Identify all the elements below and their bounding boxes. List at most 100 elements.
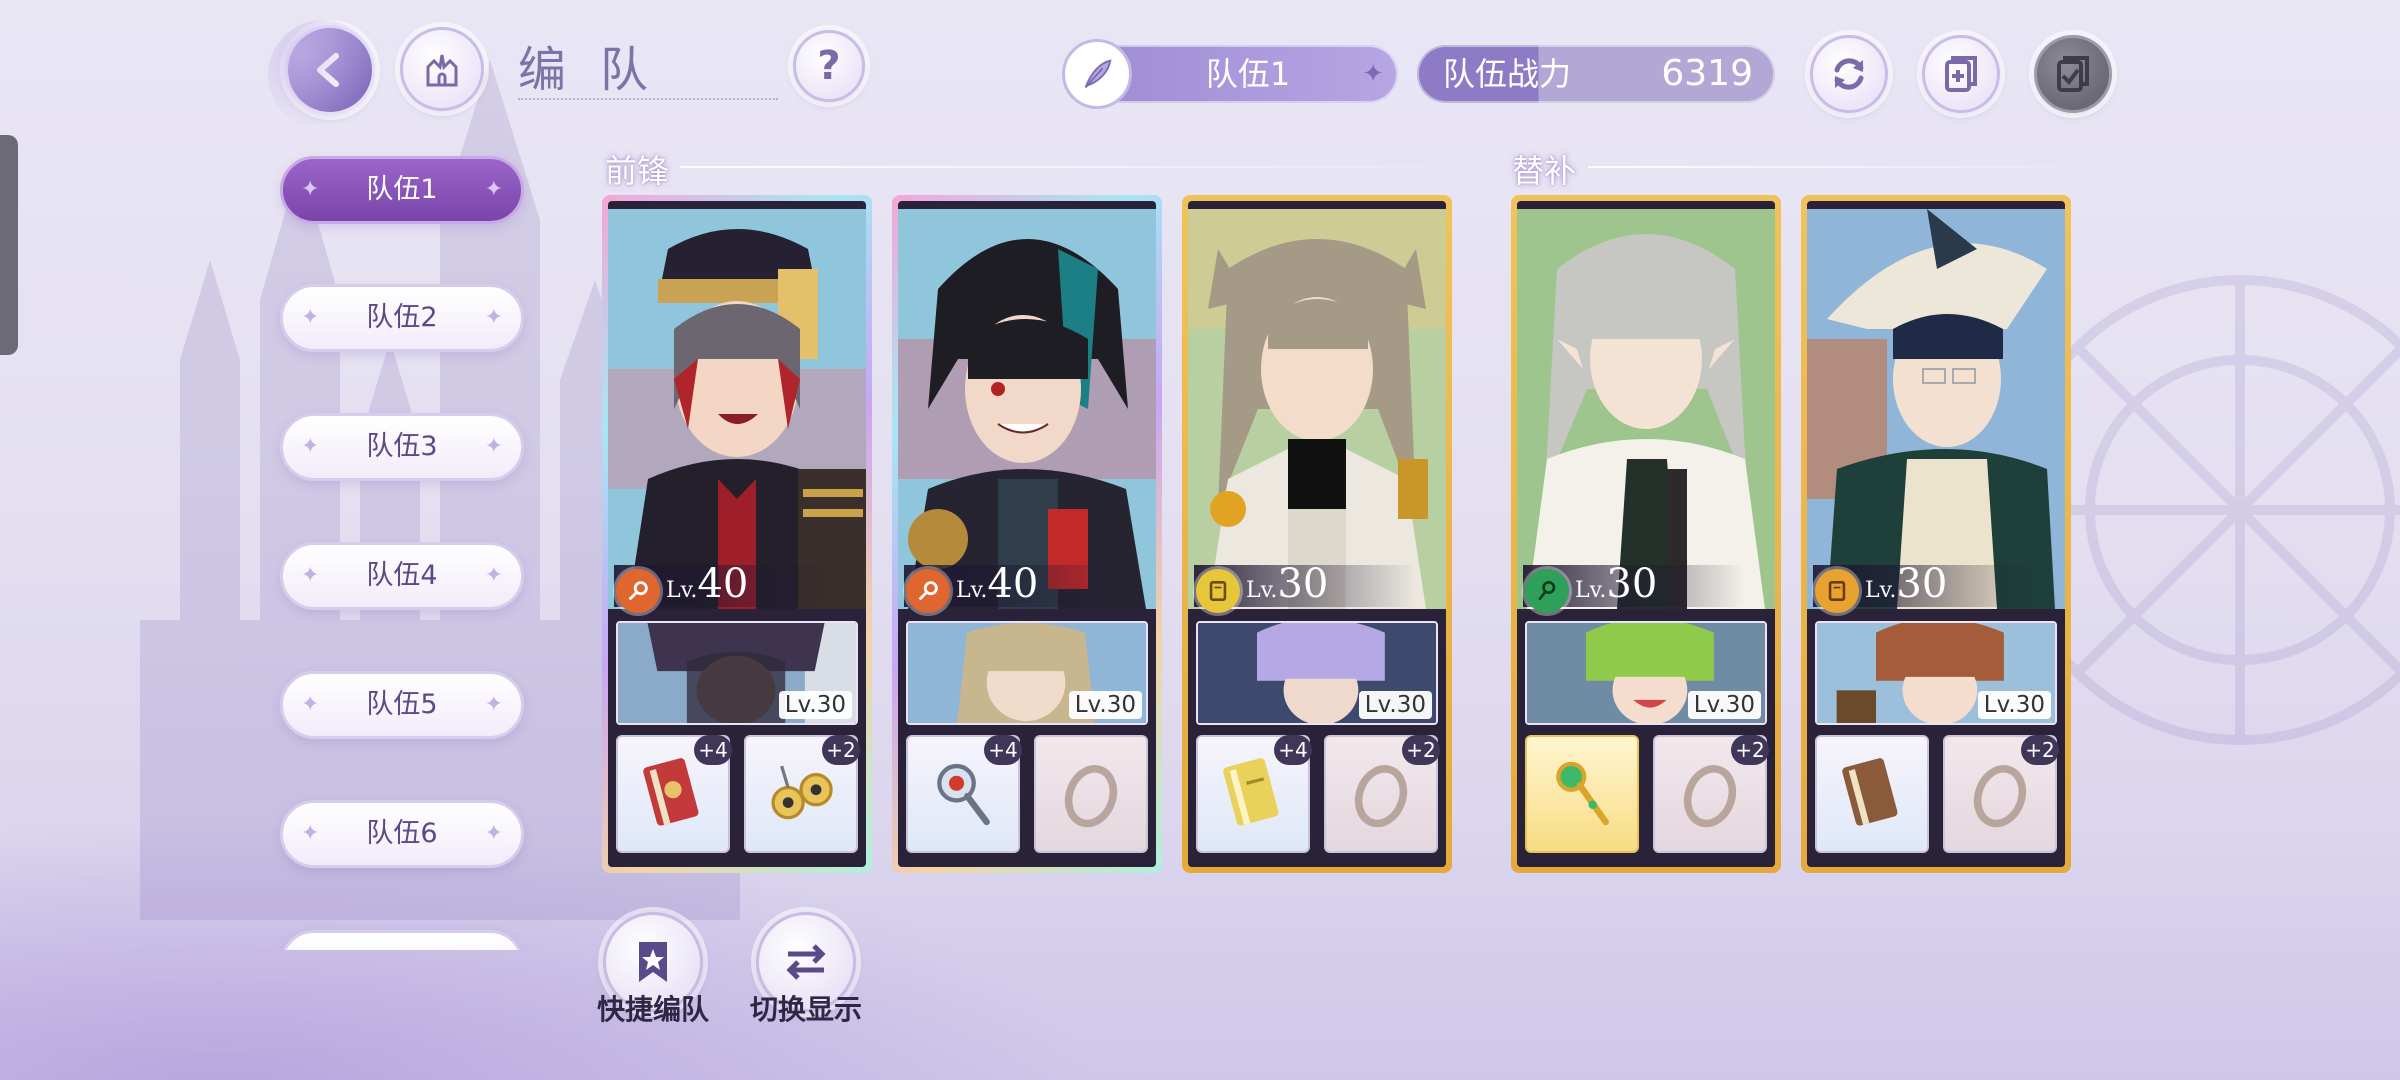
character-level: Lv.40 [666,561,748,607]
quick-formation-label[interactable]: 快捷编队 [573,988,733,1028]
character-portrait [1188,209,1446,609]
book-element-icon [1196,569,1240,613]
castle-home-icon [426,54,458,87]
equipment-slot[interactable] [1815,735,1929,853]
sparkle-icon: ✦ [1362,59,1384,89]
sparkle-icon: ✦ [484,692,503,717]
support-slot[interactable]: Lv.30 [1815,621,2057,725]
team-power: 队伍战力 6319 [1417,45,1775,103]
team-tab-5[interactable]: ✦ 队伍5 ✦ [280,671,524,739]
enhance-badge: +4 [1274,735,1312,765]
team-tab-7-partial[interactable] [270,920,540,950]
side-drawer-handle[interactable] [0,135,18,355]
enhance-badge: +2 [1731,735,1769,765]
team-tab-label: 队伍6 [366,818,438,849]
character-portrait [1517,209,1775,609]
team-tab-label: 队伍3 [366,431,438,462]
title-decoration [518,84,778,100]
sparkle-icon: ✦ [301,821,320,846]
level-prefix: Lv. [666,578,698,603]
team-tab-label: 队伍2 [366,302,438,333]
team-tab-4[interactable]: ✦ 队伍4 ✦ [280,542,524,610]
fire-element-icon [906,569,950,613]
sparkle-icon: ✦ [301,692,320,717]
home-button[interactable] [400,27,484,111]
ring-icon [1064,765,1118,828]
level-prefix: Lv. [1575,578,1607,603]
character-card-1[interactable]: Lv.40 Lv.30 +4 +2 [602,195,872,873]
front-section-line [680,166,1450,168]
team-tab-2[interactable]: ✦ 队伍2 ✦ [280,284,524,352]
help-button[interactable]: ? [793,30,865,102]
level-value: 30 [1606,561,1658,607]
character-card-2[interactable]: Lv.40 Lv.30 +4 [892,195,1162,873]
confirm-button[interactable] [2034,35,2112,113]
level-prefix: Lv. [1246,578,1278,603]
add-document-icon [1945,56,1977,92]
switch-display-label[interactable]: 切换显示 [726,988,886,1028]
support-slot[interactable]: Lv.30 [1196,621,1438,725]
sparkle-icon: ✦ [484,305,503,330]
enhance-badge: +4 [984,735,1022,765]
character-level: Lv.30 [1865,561,1947,607]
sub-section-line [1588,166,2068,168]
equipment-slot[interactable]: +4 [906,735,1022,853]
level-prefix: Lv. [956,578,988,603]
character-card-5[interactable]: Lv.30 Lv.30 +2 [1801,195,2071,873]
equipment-slot[interactable]: +2 [1653,735,1769,853]
help-label: ? [817,43,841,89]
brown-book-icon [1842,758,1898,826]
character-level: Lv.30 [1575,561,1657,607]
character-card-4[interactable]: Lv.30 Lv.30 +2 [1511,195,1781,873]
team-power-value: 6319 [1661,53,1753,94]
support-level: Lv.30 [1687,691,1761,719]
enhance-badge: +2 [1402,735,1440,765]
equipment-slot[interactable] [1525,735,1639,853]
level-value: 30 [1896,561,1948,607]
support-slot[interactable]: Lv.30 [1525,621,1767,725]
equipment-slot[interactable]: +2 [1324,735,1440,853]
sparkle-icon: ✦ [484,563,503,588]
sparkle-icon: ✦ [301,563,320,588]
team-tab-3[interactable]: ✦ 队伍3 ✦ [280,413,524,481]
team-selector[interactable]: 队伍1 ✦ [1062,39,1398,109]
team-tab-6[interactable]: ✦ 队伍6 ✦ [280,800,524,868]
refresh-button[interactable] [1810,35,1888,113]
equipment-slot[interactable]: +2 [1943,735,2059,853]
support-level: Lv.30 [1977,691,2051,719]
sparkle-icon: ✦ [484,434,503,459]
equipment-slot[interactable]: +2 [744,735,860,853]
character-portrait [1807,209,2065,609]
gem-scepter-icon [1556,761,1609,826]
nature-element-icon [1525,569,1569,613]
fire-element-icon [616,569,660,613]
character-portrait [608,209,866,609]
level-value: 40 [987,561,1039,607]
team-power-label: 队伍战力 [1443,55,1572,93]
sparkle-icon: ✦ [301,177,320,202]
character-card-3[interactable]: Lv.30 Lv.30 +4 +2 [1182,195,1452,873]
book-element-icon [1815,569,1859,613]
sparkle-icon: ✦ [301,434,320,459]
level-value: 40 [697,561,749,607]
equipment-slot[interactable]: +4 [616,735,732,853]
team-tab-1[interactable]: ✦ 队伍1 ✦ [280,156,524,224]
add-team-button[interactable] [1922,35,2000,113]
team-tab-label: 队伍1 [366,174,438,205]
support-level: Lv.30 [778,691,852,719]
support-slot[interactable]: Lv.30 [616,621,858,725]
character-portrait [898,209,1156,609]
enhance-badge: +2 [2021,735,2059,765]
support-level: Lv.30 [1068,691,1142,719]
check-docs-icon [2057,56,2089,92]
level-value: 30 [1277,561,1329,607]
equipment-slot[interactable] [1034,735,1148,853]
team-tab-partial[interactable] [280,930,524,950]
equipment-slot[interactable]: +4 [1196,735,1312,853]
refresh-icon [1834,58,1864,90]
back-button[interactable] [268,20,378,130]
swap-arrows-icon [786,944,826,980]
sparkle-icon: ✦ [301,305,320,330]
support-slot[interactable]: Lv.30 [906,621,1148,725]
enhance-badge: +4 [694,735,732,765]
